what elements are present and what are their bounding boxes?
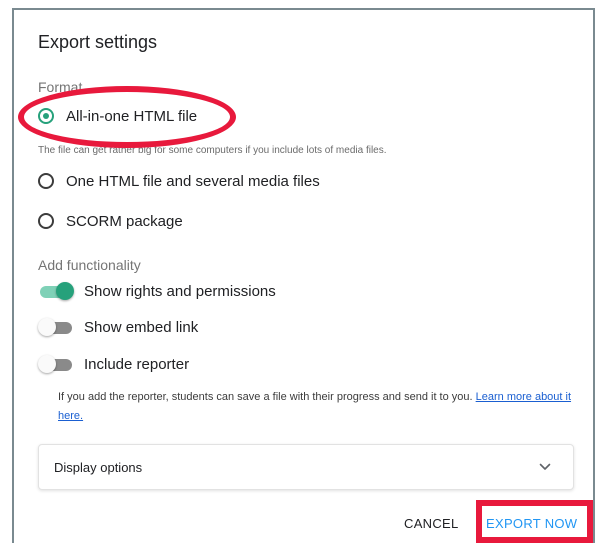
reporter-note: If you add the reporter, students can sa… [58, 388, 578, 426]
format-section-label: Format [38, 79, 83, 95]
toggle-switch-off[interactable] [38, 355, 74, 373]
toggle-switch-on[interactable] [38, 282, 74, 300]
chevron-down-icon [539, 463, 551, 470]
export-now-button[interactable]: EXPORT NOW [486, 516, 577, 531]
format-hint: The file can get rather big for some com… [38, 145, 387, 156]
format-option-html-media[interactable]: One HTML file and several media files [38, 169, 320, 193]
toggle-label: Show rights and permissions [84, 282, 276, 300]
toggle-switch-off[interactable] [38, 318, 74, 336]
radio-button[interactable] [38, 173, 54, 189]
format-option-label: One HTML file and several media files [66, 172, 320, 190]
toggle-rights-permissions[interactable]: Show rights and permissions [38, 280, 276, 302]
toggle-include-reporter[interactable]: Include reporter [38, 353, 189, 375]
radio-button[interactable] [38, 213, 54, 229]
format-option-scorm[interactable]: SCORM package [38, 209, 183, 233]
format-option-label: All-in-one HTML file [66, 107, 198, 125]
dialog-title: Export settings [38, 32, 158, 52]
toggle-label: Show embed link [84, 318, 199, 336]
format-option-label: SCORM package [66, 212, 183, 230]
toggle-embed-link[interactable]: Show embed link [38, 316, 198, 338]
cancel-button[interactable]: CANCEL [404, 516, 459, 531]
format-option-all-in-one[interactable]: All-in-one HTML file [38, 104, 197, 128]
display-options-expander[interactable]: Display options [38, 444, 574, 490]
display-options-label: Display options [54, 460, 143, 475]
toggle-label: Include reporter [84, 355, 190, 373]
radio-button-checked[interactable] [38, 108, 54, 124]
functionality-section-label: Add functionality [38, 257, 141, 273]
reporter-note-text: If you add the reporter, students can sa… [58, 391, 473, 403]
